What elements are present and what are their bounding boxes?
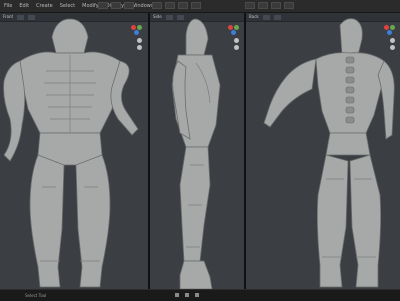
viewport-front[interactable]: Front — [0, 13, 148, 289]
tool-button[interactable] — [245, 2, 255, 9]
tool-button[interactable] — [124, 2, 134, 9]
tool-button[interactable] — [191, 2, 201, 9]
viewport-toolstrip-2 — [152, 2, 201, 10]
menu-item-modify[interactable]: Modify — [82, 0, 99, 12]
application-window: File Edit Create Select Modify Display W… — [0, 0, 400, 301]
viewport-back[interactable]: Back — [246, 13, 400, 289]
menu-item-windows[interactable]: Windows — [131, 0, 153, 12]
menu-item-edit[interactable]: Edit — [19, 0, 29, 12]
status-text: Select Tool — [25, 293, 47, 298]
tool-button[interactable] — [271, 2, 281, 9]
armor-model-side — [150, 15, 244, 289]
tool-button[interactable] — [152, 2, 162, 9]
menu-item-create[interactable]: Create — [36, 0, 53, 12]
tool-button[interactable] — [178, 2, 188, 9]
status-bar: Select Tool — [0, 289, 400, 301]
viewport-toolstrip-3 — [245, 2, 294, 10]
status-controls — [175, 293, 199, 297]
armor-model-back — [246, 15, 400, 289]
tool-button[interactable] — [284, 2, 294, 9]
viewport-side[interactable]: Side — [150, 13, 244, 289]
record-icon[interactable] — [185, 293, 189, 297]
menu-item-select[interactable]: Select — [60, 0, 75, 12]
settings-icon[interactable] — [195, 293, 199, 297]
tool-button[interactable] — [98, 2, 108, 9]
tool-button[interactable] — [165, 2, 175, 9]
viewport-toolstrip-1 — [98, 2, 134, 10]
tool-button[interactable] — [258, 2, 268, 9]
menu-item-file[interactable]: File — [4, 0, 12, 12]
menu-bar: File Edit Create Select Modify Display W… — [0, 0, 400, 13]
tool-button[interactable] — [111, 2, 121, 9]
viewport-area: Front Side Back — [0, 13, 400, 289]
armor-model-front — [0, 15, 148, 289]
play-icon[interactable] — [175, 293, 179, 297]
